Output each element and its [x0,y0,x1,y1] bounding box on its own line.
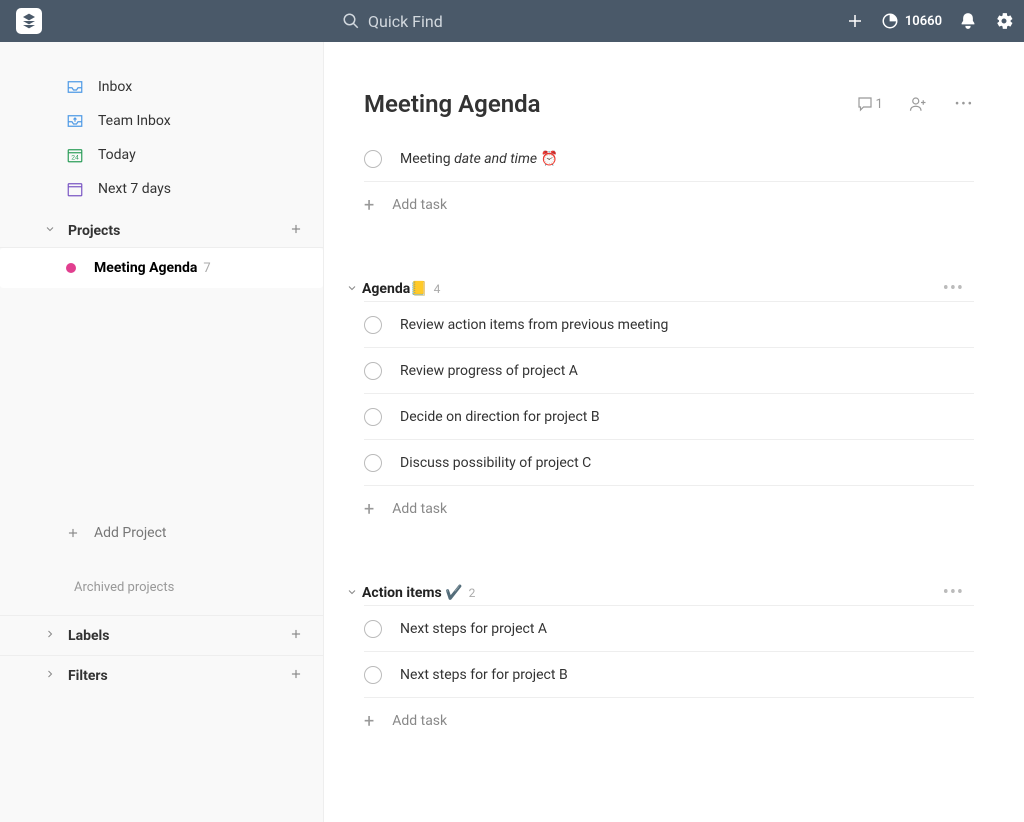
section-header-agenda[interactable]: Agenda📒 4 ••• [364,278,974,299]
sidebar: Inbox Team Inbox 24 Today Next 7 days Pr… [0,42,324,822]
nav-label: Today [98,147,136,163]
notifications-button[interactable] [958,11,978,31]
add-task-button[interactable]: + Add task [364,486,974,532]
section-tasks-action-items: Next steps for project A Next steps for … [364,605,974,744]
task-title: Next steps for for project B [400,667,568,683]
task-title: Meeting date and time ⏰ [400,151,558,167]
sidebar-item-today[interactable]: 24 Today [0,138,323,172]
task-complete-checkbox[interactable] [364,316,382,334]
task-complete-checkbox[interactable] [364,362,382,380]
task-row[interactable]: Decide on direction for project B [364,394,974,440]
add-project-icon[interactable] [289,222,303,240]
ungrouped-task-list: Meeting date and time ⏰ + Add task [364,136,974,228]
quick-add-button[interactable] [845,11,865,31]
more-actions-button[interactable]: ••• [955,97,974,112]
section-more-button[interactable]: ••• [943,278,964,299]
plus-icon: + [364,195,374,216]
task-row[interactable]: Next steps for for project B [364,652,974,698]
chevron-down-icon [346,583,358,602]
project-title: Meeting Agenda [364,90,541,118]
chevron-right-icon [44,628,60,644]
sidebar-project-meeting-agenda[interactable]: Meeting Agenda 7 [0,248,323,288]
labels-header-label: Labels [68,628,109,644]
task-title: Decide on direction for project B [400,409,600,425]
add-label-icon[interactable] [289,627,303,645]
sidebar-filters-header[interactable]: Filters [0,655,323,695]
add-task-label: Add task [392,197,447,213]
comment-count: 1 [876,97,883,112]
section-more-button[interactable]: ••• [943,582,964,603]
sidebar-item-inbox[interactable]: Inbox [0,70,323,104]
sidebar-projects-header[interactable]: Projects [0,214,323,248]
quick-find-placeholder: Quick Find [368,12,443,31]
plus-icon: + [364,499,374,520]
section-title: Agenda📒 [362,281,428,297]
nav-label: Team Inbox [98,113,171,129]
sidebar-item-next7[interactable]: Next 7 days [0,172,323,206]
task-complete-checkbox[interactable] [364,408,382,426]
app-logo[interactable] [16,8,42,34]
quick-find[interactable]: Quick Find [342,12,443,31]
nav-label: Next 7 days [98,181,171,197]
task-title: Next steps for project A [400,621,547,637]
task-title: Review progress of project A [400,363,578,379]
chevron-down-icon [346,279,358,298]
project-label: Meeting Agenda [94,260,197,276]
section-tasks-agenda: Review action items from previous meetin… [364,301,974,532]
task-title: Discuss possibility of project C [400,455,591,471]
task-row[interactable]: Discuss possibility of project C [364,440,974,486]
task-complete-checkbox[interactable] [364,620,382,638]
task-complete-checkbox[interactable] [364,150,382,168]
main-content: Meeting Agenda 1 ••• Meeting date and ti… [324,42,1024,822]
add-task-label: Add task [392,501,447,517]
section-count: 4 [434,282,441,296]
section-title: Action items ✔️ [362,585,463,601]
task-title: Review action items from previous meetin… [400,317,668,333]
add-task-label: Add task [392,713,447,729]
task-row[interactable]: Next steps for project A [364,606,974,652]
chevron-down-icon [44,223,60,239]
project-count: 7 [203,261,210,276]
section-count: 2 [469,586,476,600]
sidebar-item-team-inbox[interactable]: Team Inbox [0,104,323,138]
nav-label: Inbox [98,79,132,95]
settings-button[interactable] [994,11,1014,31]
task-complete-checkbox[interactable] [364,666,382,684]
add-project-label: Add Project [94,525,167,541]
task-complete-checkbox[interactable] [364,454,382,472]
karma-indicator[interactable]: 10660 [881,11,942,31]
svg-text:24: 24 [71,154,79,162]
karma-points: 10660 [905,14,942,29]
section-header-action-items[interactable]: Action items ✔️ 2 ••• [364,582,974,603]
filters-header-label: Filters [68,668,108,684]
sidebar-labels-header[interactable]: Labels [0,615,323,655]
topbar-right: 10660 [845,11,1014,31]
task-row[interactable]: Review progress of project A [364,348,974,394]
comments-button[interactable]: 1 [856,95,883,113]
plus-icon: + [364,711,374,732]
task-row[interactable]: Meeting date and time ⏰ [364,136,974,182]
add-filter-icon[interactable] [289,667,303,685]
project-header: Meeting Agenda 1 ••• [364,90,974,118]
share-button[interactable] [909,95,929,113]
project-header-actions: 1 ••• [856,95,974,113]
add-task-button[interactable]: + Add task [364,698,974,744]
archived-projects-label[interactable]: Archived projects [0,580,323,595]
task-row[interactable]: Review action items from previous meetin… [364,302,974,348]
add-project-button[interactable]: Add Project [0,518,323,548]
projects-header-label: Projects [68,223,120,239]
chevron-right-icon [44,668,60,684]
topbar: Quick Find 10660 [0,0,1024,42]
add-task-button[interactable]: + Add task [364,182,974,228]
project-color-dot [66,263,76,273]
